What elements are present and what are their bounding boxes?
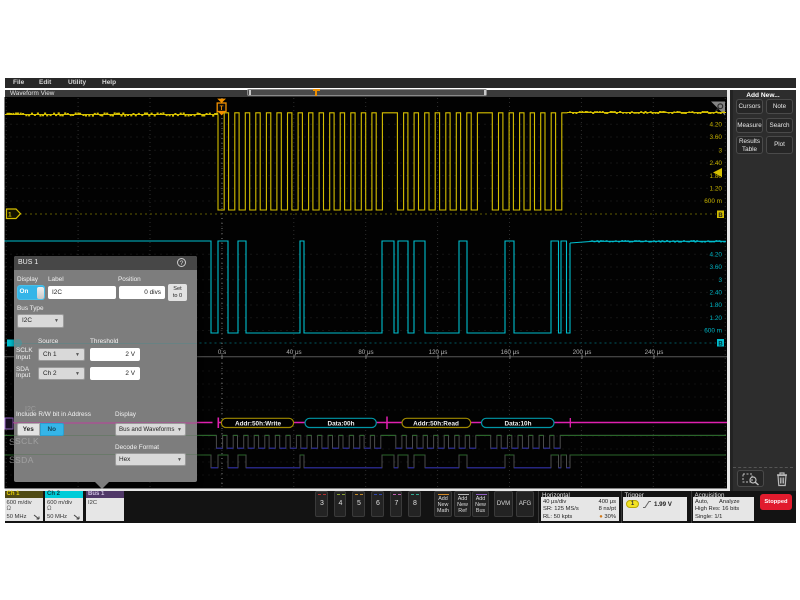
svg-text:T: T bbox=[220, 105, 224, 112]
svg-text:Addr:50h:Read: Addr:50h:Read bbox=[413, 420, 459, 427]
svg-text:1: 1 bbox=[8, 212, 12, 219]
svg-text:B: B bbox=[718, 341, 723, 347]
svg-text:B: B bbox=[718, 213, 723, 219]
svg-text:3.60: 3.60 bbox=[710, 134, 723, 141]
svg-text:600 m: 600 m bbox=[704, 328, 722, 335]
svg-text:2.40: 2.40 bbox=[710, 290, 723, 297]
svg-text:3: 3 bbox=[718, 277, 722, 284]
svg-text:4.20: 4.20 bbox=[710, 122, 723, 129]
svg-text:600 m: 600 m bbox=[704, 198, 722, 205]
svg-text:Addr:50h:Write: Addr:50h:Write bbox=[235, 420, 281, 427]
svg-text:Data:00h: Data:00h bbox=[328, 420, 355, 427]
svg-text:3: 3 bbox=[718, 148, 722, 155]
svg-text:1.80: 1.80 bbox=[710, 302, 723, 309]
svg-text:1.20: 1.20 bbox=[710, 186, 723, 193]
svg-text:4.20: 4.20 bbox=[710, 252, 723, 259]
svg-text:3.60: 3.60 bbox=[710, 264, 723, 271]
svg-text:2.40: 2.40 bbox=[710, 160, 723, 167]
svg-text:1.20: 1.20 bbox=[710, 315, 723, 322]
svg-text:Data:10h: Data:10h bbox=[505, 420, 532, 427]
